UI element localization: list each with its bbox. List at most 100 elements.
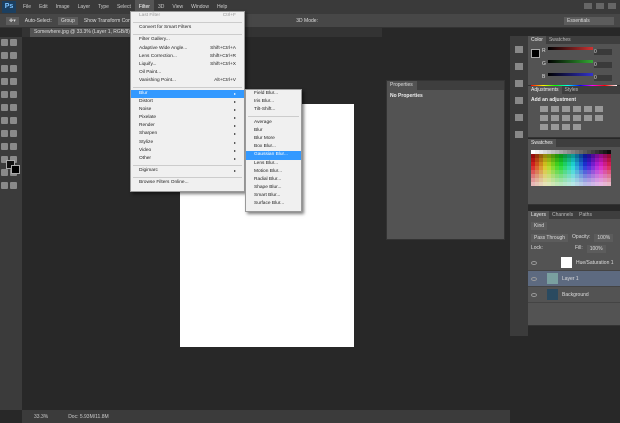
- adjustment-icon[interactable]: [551, 115, 559, 121]
- menu-item[interactable]: Other ▸: [131, 155, 244, 163]
- menu-edit[interactable]: Edit: [35, 0, 52, 14]
- menu-image[interactable]: Image: [52, 0, 74, 14]
- adjustment-icon[interactable]: [584, 115, 592, 121]
- menu-item[interactable]: Tilt-Shift...: [246, 106, 301, 114]
- opacity-field[interactable]: 100%: [594, 234, 614, 242]
- maximize-icon[interactable]: [596, 3, 604, 9]
- tab-adjustments[interactable]: Adjustments: [528, 86, 562, 94]
- workspace-dropdown[interactable]: Essentials: [564, 17, 614, 25]
- tool-icon[interactable]: [10, 78, 17, 85]
- tab-layers[interactable]: Layers: [528, 211, 550, 219]
- blend-mode-dropdown[interactable]: Pass Through: [531, 234, 569, 242]
- tab-paths[interactable]: Paths: [576, 211, 595, 219]
- menu-item[interactable]: Last Filter Ctrl+F: [131, 12, 244, 20]
- color-panel-foreground[interactable]: [531, 49, 540, 58]
- visibility-eye-icon[interactable]: [531, 292, 537, 297]
- adjustment-icon[interactable]: [540, 124, 548, 130]
- adjustment-icon[interactable]: [540, 106, 548, 112]
- menu-item[interactable]: Browse Filters Online...: [131, 179, 244, 187]
- menu-item[interactable]: Noise ▸: [131, 106, 244, 114]
- menu-item[interactable]: Blur: [246, 127, 301, 135]
- fill-field[interactable]: 100%: [586, 245, 606, 253]
- layer-row[interactable]: Layer 1: [528, 271, 620, 287]
- menu-item[interactable]: Iris Blur...: [246, 98, 301, 106]
- menu-item[interactable]: Convert for Smart Filters: [131, 24, 244, 32]
- tool-icon[interactable]: [1, 78, 8, 85]
- menu-item[interactable]: Average: [246, 119, 301, 127]
- color-slider[interactable]: [548, 60, 593, 63]
- visibility-eye-icon[interactable]: [531, 260, 537, 265]
- visibility-eye-icon[interactable]: [531, 276, 537, 281]
- menu-item[interactable]: Render ▸: [131, 122, 244, 130]
- menu-item[interactable]: Distort ▸: [131, 98, 244, 106]
- layer-filter-kind[interactable]: Kind: [531, 222, 548, 230]
- adjustment-icon[interactable]: [584, 106, 592, 112]
- adjustment-icon[interactable]: [573, 106, 581, 112]
- tool-icon[interactable]: [1, 104, 8, 111]
- tool-icon[interactable]: [1, 39, 8, 46]
- menu-item[interactable]: Video ▸: [131, 147, 244, 155]
- color-value-field[interactable]: 0: [594, 75, 612, 81]
- tool-icon[interactable]: [10, 143, 17, 150]
- tool-icon[interactable]: [1, 117, 8, 124]
- close-icon[interactable]: [608, 3, 616, 9]
- adjustment-icon[interactable]: [551, 106, 559, 112]
- tool-icon[interactable]: [10, 130, 17, 137]
- color-value-field[interactable]: 0: [594, 49, 612, 55]
- adjustment-icon[interactable]: [562, 115, 570, 121]
- background-color-swatch[interactable]: [11, 165, 20, 174]
- tool-icon[interactable]: [10, 91, 17, 98]
- minimize-icon[interactable]: [584, 3, 592, 9]
- menu-item[interactable]: Surface Blur...: [246, 200, 301, 208]
- menu-item[interactable]: Digimarc ▸: [131, 167, 244, 175]
- menu-item[interactable]: Filter Gallery...: [131, 36, 244, 44]
- color-slider[interactable]: [548, 73, 593, 76]
- adjustment-icon[interactable]: [573, 115, 581, 121]
- layer-row[interactable]: Background: [528, 287, 620, 303]
- clone-source-icon[interactable]: [515, 80, 523, 87]
- menu-file[interactable]: File: [19, 0, 35, 14]
- swatch[interactable]: [607, 182, 611, 186]
- tool-icon[interactable]: [1, 130, 8, 137]
- move-tool-preset-icon[interactable]: ✥▾: [6, 16, 19, 25]
- menu-item[interactable]: Adaptive Wide Angle... Shift+Ctrl+A: [131, 45, 244, 53]
- layer-row[interactable]: Hue/Saturation 1: [528, 255, 620, 271]
- tool-icon[interactable]: [10, 117, 17, 124]
- adjustment-icon[interactable]: [595, 115, 603, 121]
- menu-layer[interactable]: Layer: [74, 0, 95, 14]
- menu-item[interactable]: Smart Blur...: [246, 192, 301, 200]
- menu-item[interactable]: Radial Blur...: [246, 176, 301, 184]
- menu-item[interactable]: Box Blur...: [246, 143, 301, 151]
- tool-icon[interactable]: [10, 104, 17, 111]
- tab-channels[interactable]: Channels: [549, 211, 576, 219]
- tab-styles[interactable]: Styles: [562, 86, 582, 94]
- menu-item[interactable]: Blur More: [246, 135, 301, 143]
- menu-type[interactable]: Type: [94, 0, 113, 14]
- auto-select-dropdown[interactable]: Group: [57, 16, 78, 25]
- tool-icon[interactable]: [1, 143, 8, 150]
- adjustment-icon[interactable]: [551, 124, 559, 130]
- tool-icon[interactable]: [10, 52, 17, 59]
- adjustment-icon[interactable]: [562, 106, 570, 112]
- adjustment-icon[interactable]: [562, 124, 570, 130]
- tool-icon[interactable]: [10, 39, 17, 46]
- properties-icon[interactable]: [515, 97, 523, 104]
- tab-swatches[interactable]: Swatches: [528, 139, 556, 147]
- adjustment-icon[interactable]: [573, 124, 581, 130]
- tab-swatches-top[interactable]: Swatches: [546, 36, 574, 44]
- tool-icon[interactable]: [1, 91, 8, 98]
- menu-item[interactable]: Gaussian Blur...: [246, 151, 301, 160]
- menu-item[interactable]: Field Blur...: [246, 90, 301, 98]
- menu-item[interactable]: Lens Blur...: [246, 160, 301, 168]
- tool-icon[interactable]: [10, 182, 17, 189]
- tool-icon[interactable]: [1, 52, 8, 59]
- menu-item[interactable]: Stylize ▸: [131, 139, 244, 147]
- tab-properties[interactable]: Properties: [387, 81, 417, 90]
- color-slider[interactable]: [548, 47, 593, 50]
- menu-item[interactable]: Shape Blur...: [246, 184, 301, 192]
- adjustment-icon[interactable]: [540, 115, 548, 121]
- menu-item[interactable]: Pixelate ▸: [131, 114, 244, 122]
- document-tab[interactable]: Somewhere.jpg @ 33.3% (Layer 1, RGB/8): [30, 28, 130, 37]
- tool-icon[interactable]: [1, 182, 8, 189]
- paragraph-icon[interactable]: [515, 131, 523, 138]
